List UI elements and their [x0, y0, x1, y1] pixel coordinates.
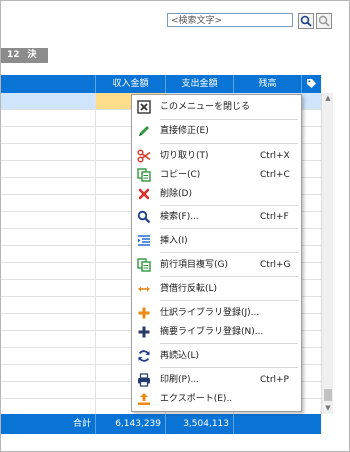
menu-item-shortcut: Ctrl+P [260, 375, 289, 385]
app-window: <検索文字> 12 決算 収入金額 支出金額 残高 合計 6,143,239 3… [0, 0, 350, 452]
refresh-icon [138, 350, 150, 362]
search-icon [300, 15, 312, 27]
magnifier-icon [137, 210, 151, 224]
swap-arrows-icon [138, 286, 150, 292]
menu-separator [160, 143, 298, 144]
tag-icon [307, 79, 316, 88]
menu-item-copy[interactable]: コピー(C) Ctrl+C [132, 165, 301, 185]
table-header: 収入金額 支出金額 残高 [1, 75, 321, 93]
menu-item-cut[interactable]: 切り取り(T) Ctrl+X [132, 146, 301, 166]
totals-row: 合計 6,143,239 3,504,113 [1, 414, 321, 434]
menu-separator [160, 252, 298, 253]
period-month: 12 [7, 50, 20, 60]
menu-item-shortcut: Ctrl+G [260, 260, 291, 270]
period-label: 12 決算 [1, 48, 48, 75]
copy-icon [137, 168, 151, 182]
header-balance[interactable]: 残高 [233, 75, 301, 93]
pencil-icon [139, 126, 149, 136]
vertical-scrollbar[interactable]: ▲ ▼ [321, 93, 333, 414]
menu-separator [160, 228, 298, 229]
menu-item-label: 前行項目複写(G) [160, 260, 228, 270]
menu-item-label: 仕訳ライブラリ登録(J)... [160, 308, 260, 318]
menu-item-label: このメニューを閉じる [160, 102, 251, 112]
expense-total: 3,504,113 [165, 414, 233, 434]
menu-item-label: 切り取り(T) [160, 151, 209, 161]
menu-item-label: コピー(C) [160, 170, 201, 180]
menu-item-label: 再読込(L) [160, 351, 200, 361]
search-next-button[interactable] [316, 13, 332, 29]
plus-navy-icon [138, 326, 150, 338]
menu-item-insert[interactable]: 挿入(I) [132, 231, 301, 251]
scroll-down-icon[interactable]: ▼ [322, 403, 334, 413]
menu-item-export[interactable]: エクスポート(E).. [132, 389, 301, 409]
search-input[interactable]: <検索文字> [167, 13, 293, 27]
menu-item-shortcut: Ctrl+F [260, 212, 289, 222]
scroll-up-icon[interactable]: ▲ [322, 93, 334, 103]
scrollbar-thumb[interactable] [324, 389, 332, 401]
header-income[interactable]: 収入金額 [95, 75, 165, 93]
header-expense[interactable]: 支出金額 [165, 75, 233, 93]
menu-item-direct-edit[interactable]: 直接修正(E) [132, 121, 301, 141]
menu-item-label: 貸借行反転(L) [160, 284, 218, 294]
copy-icon [137, 258, 151, 272]
insert-lines-icon [138, 235, 150, 246]
menu-item-reload[interactable]: 再読込(L) [132, 346, 301, 366]
menu-item-label: 印刷(P)... [160, 375, 200, 385]
menu-item-label: 挿入(I) [160, 236, 188, 246]
export-icon [138, 393, 150, 405]
plus-orange-icon [138, 307, 150, 319]
total-label: 合計 [72, 419, 91, 429]
menu-item-label: 摘要ライブラリ登録(N)... [160, 327, 264, 337]
delete-x-icon [138, 188, 150, 200]
scissors-icon [137, 149, 151, 163]
balance-total [233, 414, 301, 434]
menu-item-delete[interactable]: 削除(D) [132, 184, 301, 204]
close-box-icon [137, 100, 151, 114]
menu-item-close[interactable]: このメニューを閉じる [132, 97, 301, 117]
menu-item-shortcut: Ctrl+X [260, 151, 290, 161]
menu-item-swap-debit-credit[interactable]: 貸借行反転(L) [132, 279, 301, 299]
menu-item-label: 直接修正(E) [160, 126, 209, 136]
context-menu: このメニューを閉じる 直接修正(E) 切り取り(T) Ctrl+X コピー(C)… [131, 94, 302, 412]
search-button[interactable] [298, 13, 314, 29]
menu-item-register-summary-library[interactable]: 摘要ライブラリ登録(N)... [132, 322, 301, 342]
menu-item-label: エクスポート(E).. [160, 394, 233, 404]
menu-item-search[interactable]: 検索(F)... Ctrl+F [132, 207, 301, 227]
menu-separator [160, 205, 298, 206]
menu-item-label: 検索(F)... [160, 212, 199, 222]
menu-item-shortcut: Ctrl+C [260, 170, 290, 180]
menu-item-print[interactable]: 印刷(P)... Ctrl+P [132, 370, 301, 390]
menu-separator [160, 276, 298, 277]
menu-item-label: 削除(D) [160, 189, 192, 199]
menu-separator [160, 367, 298, 368]
menu-separator [160, 119, 298, 120]
menu-separator [160, 343, 298, 344]
menu-separator [160, 300, 298, 301]
printer-icon [138, 373, 150, 387]
income-total: 6,143,239 [95, 414, 165, 434]
header-tag[interactable] [301, 75, 321, 93]
menu-item-register-journal-library[interactable]: 仕訳ライブラリ登録(J)... [132, 303, 301, 323]
search-icon [318, 15, 330, 27]
menu-item-copy-previous-row[interactable]: 前行項目複写(G) Ctrl+G [132, 255, 301, 275]
